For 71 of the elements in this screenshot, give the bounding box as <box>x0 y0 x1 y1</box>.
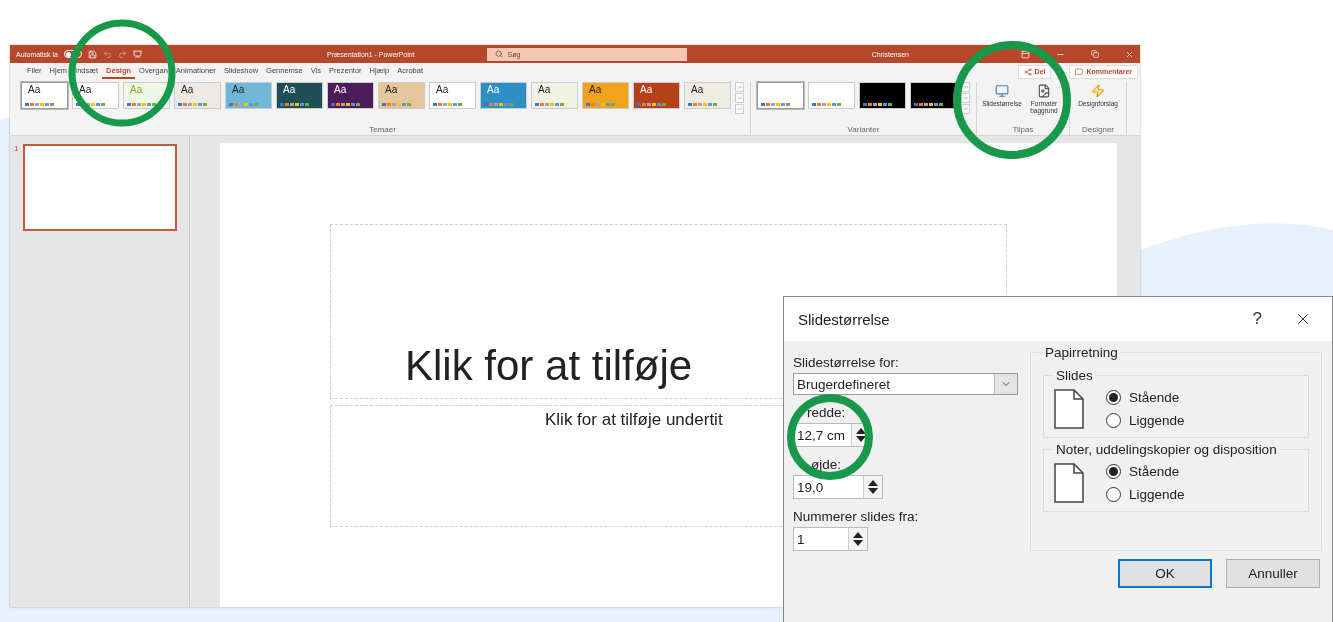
lightning-icon <box>1091 84 1105 98</box>
slide-subtitle: Klik for at tilføje undertit <box>545 410 723 430</box>
group-label: Designer <box>1082 125 1114 135</box>
field-label: redde: <box>807 405 846 420</box>
variant-thumbnail[interactable] <box>910 82 957 109</box>
group-title: Slides <box>1055 368 1094 383</box>
group-label: Temaer <box>369 125 396 135</box>
cancel-button[interactable]: Annuller <box>1226 559 1320 588</box>
radio-label: Liggende <box>1129 413 1185 428</box>
theme-thumbnail[interactable]: Aa <box>378 82 425 109</box>
radio-label: Liggende <box>1129 487 1185 502</box>
page-icon <box>1054 389 1084 429</box>
group-label: Varianter <box>847 125 880 135</box>
theme-thumbnail[interactable]: Aa <box>684 82 731 109</box>
slide-size-dropdown[interactable]: Brugerdefineret <box>793 373 1018 395</box>
restore-icon[interactable] <box>1091 50 1099 58</box>
more-button[interactable] <box>961 104 970 114</box>
radio-icon[interactable] <box>1106 413 1121 428</box>
orientation-radio[interactable]: Stående <box>1106 464 1185 479</box>
theme-thumbnail[interactable]: Aa <box>21 82 68 109</box>
radio-icon[interactable] <box>1106 464 1121 479</box>
field-label: Slidestørrelse for: <box>793 355 899 370</box>
comment-icon <box>1075 67 1084 76</box>
scroll-up-button[interactable] <box>961 82 970 92</box>
theme-thumbnail[interactable]: Aa <box>174 82 221 109</box>
theme-thumbnail[interactable]: Aa <box>327 82 374 109</box>
monitor-icon <box>995 84 1009 98</box>
slide-title: Klik for at tilføje <box>405 342 693 391</box>
theme-thumbnail[interactable]: Aa <box>276 82 323 109</box>
slide-thumbnail[interactable] <box>23 144 178 231</box>
spin-arrows-icon[interactable] <box>863 476 882 498</box>
chevron-up-icon <box>962 84 969 90</box>
group-title: Papirretning <box>1044 345 1119 360</box>
orientation-radio[interactable]: Liggende <box>1106 487 1185 502</box>
ok-button[interactable]: OK <box>1118 559 1212 588</box>
theme-thumbnail[interactable]: Aa <box>582 82 629 109</box>
radio-icon[interactable] <box>1106 487 1121 502</box>
variant-thumbnail[interactable] <box>808 82 855 109</box>
spin-arrows-icon[interactable] <box>848 528 867 550</box>
theme-thumbnail[interactable]: Aa <box>633 82 680 109</box>
chevron-up-icon <box>736 84 743 90</box>
orientation-radio[interactable]: Liggende <box>1106 413 1185 428</box>
ribbon-display-icon[interactable] <box>1021 49 1030 59</box>
radio-label: Stående <box>1129 390 1180 405</box>
slide-number: 1 <box>14 144 19 153</box>
dialog-title: Slidestørrelse <box>798 310 891 328</box>
variant-thumbnail[interactable] <box>757 82 804 109</box>
close-icon[interactable] <box>1125 49 1134 59</box>
redo-icon[interactable] <box>118 49 128 59</box>
variant-thumbnail[interactable] <box>859 82 906 109</box>
radio-label: Stående <box>1129 464 1180 479</box>
presentation-icon[interactable] <box>133 49 143 59</box>
undo-icon[interactable] <box>103 49 113 59</box>
field-label: Nummerer slides fra: <box>793 509 919 524</box>
radio-icon[interactable] <box>1106 390 1121 405</box>
group-label: Tilpas <box>1012 125 1034 135</box>
theme-thumbnail[interactable]: Aa <box>531 82 578 109</box>
page-image-icon <box>1037 84 1051 98</box>
theme-thumbnail[interactable]: Aa <box>225 82 272 109</box>
group-title: Noter, uddelingskopier og disposition <box>1055 442 1278 457</box>
numbering-spinner[interactable]: 1 <box>793 527 868 551</box>
page-icon <box>1054 463 1084 503</box>
field-label: øjde: <box>811 457 841 472</box>
share-icon <box>1023 67 1032 76</box>
theme-thumbnail[interactable]: Aa <box>480 82 527 109</box>
theme-thumbnail[interactable]: Aa <box>429 82 476 109</box>
save-icon[interactable] <box>88 49 98 59</box>
height-spinner[interactable]: 19,0 <box>793 475 883 499</box>
search-icon <box>494 50 503 58</box>
help-button[interactable]: ? <box>1246 307 1268 331</box>
orientation-radio[interactable]: Stående <box>1106 390 1185 405</box>
